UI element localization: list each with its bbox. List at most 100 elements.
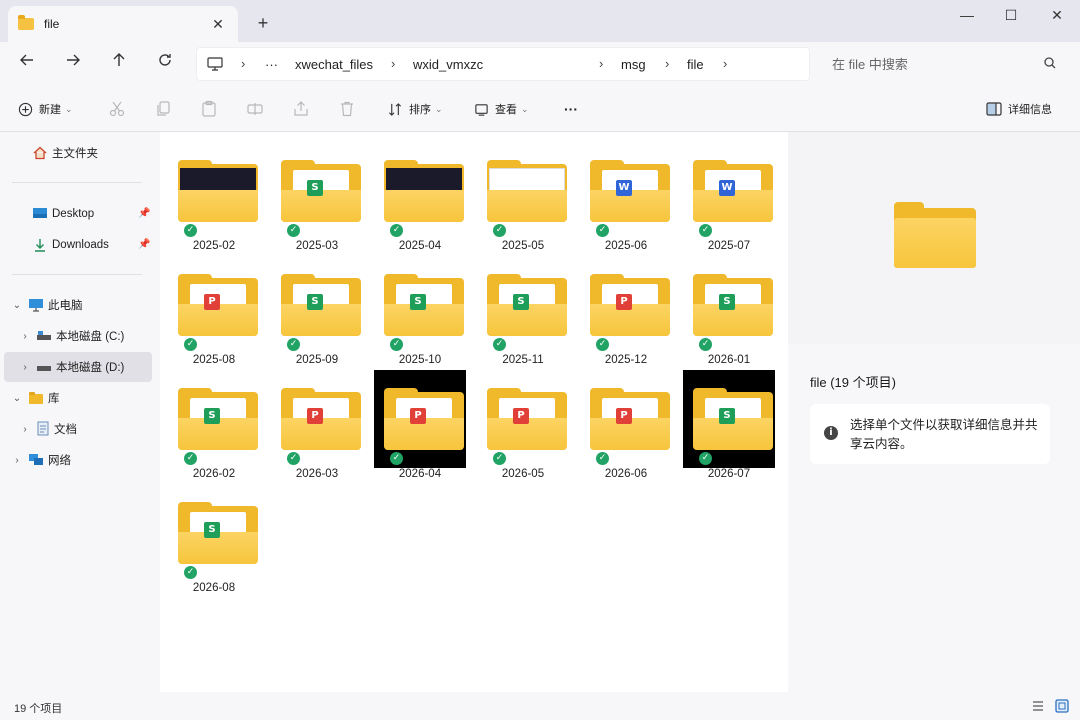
search-input[interactable] (832, 55, 1032, 73)
copy-icon[interactable] (154, 100, 172, 118)
pin-icon[interactable]: 📌 (138, 239, 150, 250)
sidebar-item-this-pc[interactable]: ⌄ 此电脑 (10, 294, 83, 316)
close-window-button[interactable]: ✕ (1042, 4, 1072, 26)
close-tab-icon[interactable]: ✕ (208, 16, 228, 33)
breadcrumb-msg[interactable]: msg (621, 57, 646, 72)
more-options-button[interactable]: ··· (564, 100, 578, 118)
folder-item[interactable]: S ✓ 2025-09 (271, 256, 363, 366)
up-button[interactable] (106, 52, 132, 76)
folder-name: 2025-04 (398, 240, 442, 252)
folder-name: 2025-12 (604, 354, 648, 366)
chevron-right-icon[interactable]: › (723, 56, 727, 71)
new-button[interactable]: 新建 ⌄ (18, 100, 73, 118)
spreadsheet-file-icon: S (410, 294, 426, 310)
forward-button[interactable] (60, 52, 86, 76)
chevron-right-icon[interactable]: › (391, 56, 395, 71)
chevron-right-icon[interactable]: › (10, 455, 24, 466)
sidebar-item-drive-c[interactable]: › 本地磁盘 (C:) (18, 325, 124, 347)
info-card: i 选择单个文件以获取详细信息并共享云内容。 (810, 404, 1050, 464)
folder-item[interactable]: P ✓ 2025-12 (580, 256, 672, 366)
folder-item[interactable]: S ✓ 2025-11 (477, 256, 569, 366)
new-label: 新建 (39, 104, 61, 116)
folder-item[interactable]: ✓ 2025-05 (477, 142, 569, 252)
back-button[interactable] (14, 52, 40, 76)
maximize-button[interactable]: ☐ (996, 4, 1026, 26)
breadcrumb-ellipsis[interactable]: ··· (265, 57, 278, 72)
minimize-button[interactable]: — (952, 4, 982, 26)
folder-name: 2025-11 (502, 354, 544, 366)
paste-icon[interactable] (200, 100, 218, 118)
refresh-button[interactable] (152, 52, 178, 76)
folder-item[interactable]: P ✓ 2026-05 (477, 370, 569, 480)
folder-icon (384, 160, 464, 222)
tiles-view-icon[interactable] (1054, 698, 1070, 714)
chevron-right-icon[interactable]: › (241, 56, 245, 71)
folder-item[interactable]: P ✓ 2026-06 (580, 370, 672, 480)
folder-name: 2025-10 (398, 354, 442, 366)
details-view-icon[interactable] (1030, 698, 1046, 714)
library-folder-icon (29, 392, 43, 404)
folder-name: 2026-06 (604, 468, 648, 480)
file-list: ✓ 2025-02 S ✓ 2025-03 ✓ 2025-04 ✓ 2025-05 W ✓ 2025-… (160, 132, 788, 692)
address-bar[interactable]: › ··· xwechat_files › wxid_vmxzc › msg ›… (196, 47, 810, 81)
folder-item[interactable]: S ✓ 2026-08 (168, 484, 260, 594)
sidebar-item-network[interactable]: › 网络 (10, 449, 71, 471)
chevron-down-icon[interactable]: ⌄ (10, 300, 24, 311)
folder-item[interactable]: S ✓ 2025-03 (271, 142, 363, 252)
pin-icon[interactable]: 📌 (138, 208, 150, 219)
sidebar-item-documents[interactable]: › 文档 (18, 418, 77, 440)
sidebar-item-library[interactable]: ⌄ 库 (10, 387, 60, 409)
new-tab-button[interactable]: + (252, 12, 274, 34)
share-icon[interactable] (292, 100, 310, 118)
breadcrumb-file[interactable]: file (687, 57, 704, 72)
computer-icon (207, 57, 223, 71)
sidebar-label: 本地磁盘 (C:) (56, 331, 125, 343)
sort-button[interactable]: 排序 ⌄ (388, 100, 443, 118)
folder-item[interactable]: ✓ 2025-04 (374, 142, 466, 252)
breadcrumb-wxid[interactable]: wxid_vmxzc (413, 57, 483, 72)
sidebar-item-home[interactable]: 主文件夹 (32, 142, 98, 164)
search-icon[interactable] (1042, 55, 1058, 71)
folder-item[interactable]: ✓ 2025-02 (168, 142, 260, 252)
folder-item[interactable]: P ✓ 2026-03 (271, 370, 363, 480)
spreadsheet-file-icon: S (307, 294, 323, 310)
chevron-right-icon[interactable]: › (599, 56, 603, 71)
folder-item[interactable]: W ✓ 2025-06 (580, 142, 672, 252)
sidebar-item-desktop[interactable]: Desktop (32, 203, 94, 225)
folder-item[interactable]: S ✓ 2026-01 (683, 256, 775, 366)
status-bar: 19 个项目 (0, 692, 1080, 720)
folder-item[interactable]: S ✓ 2025-10 (374, 256, 466, 366)
delete-icon[interactable] (338, 100, 356, 118)
chevron-right-icon[interactable]: › (18, 362, 32, 373)
cut-icon[interactable] (108, 100, 126, 118)
folder-item[interactable]: P ✓ 2026-04 (374, 370, 466, 480)
folder-icon (18, 15, 34, 30)
folder-item[interactable]: S ✓ 2026-02 (168, 370, 260, 480)
sync-status-icon: ✓ (493, 224, 506, 237)
folder-item[interactable]: W ✓ 2025-07 (683, 142, 775, 252)
view-button[interactable]: 查看 ⌄ (474, 100, 529, 118)
address-row: › ··· xwechat_files › wxid_vmxzc › msg ›… (0, 42, 1080, 86)
folder-icon: W (693, 160, 773, 222)
folder-item[interactable]: S ✓ 2026-07 (683, 370, 775, 480)
chevron-right-icon[interactable]: › (18, 424, 32, 435)
breadcrumb-xwechat-files[interactable]: xwechat_files (295, 57, 373, 72)
folder-name: 2025-09 (295, 354, 339, 366)
folder-icon: P (590, 274, 670, 336)
folder-icon (487, 160, 567, 222)
chevron-down-icon: ⌄ (521, 103, 529, 114)
sidebar-item-drive-d[interactable]: › 本地磁盘 (D:) (18, 356, 124, 378)
rename-icon[interactable] (246, 100, 264, 118)
folder-icon (894, 202, 976, 268)
chevron-right-icon[interactable]: › (18, 331, 32, 342)
chevron-down-icon[interactable]: ⌄ (10, 393, 24, 404)
folder-name: 2026-01 (707, 354, 751, 366)
sidebar-item-downloads[interactable]: Downloads (32, 234, 109, 256)
sync-status-icon: ✓ (390, 338, 403, 351)
tab-file[interactable]: file ✕ (8, 6, 238, 42)
details-pane-button[interactable]: 详细信息 (986, 100, 1052, 118)
folder-item[interactable]: P ✓ 2025-08 (168, 256, 260, 366)
info-text: 选择单个文件以获取详细信息并共享云内容。 (850, 418, 1038, 451)
chevron-right-icon[interactable]: › (665, 56, 669, 71)
sidebar-label: 本地磁盘 (D:) (56, 362, 125, 374)
